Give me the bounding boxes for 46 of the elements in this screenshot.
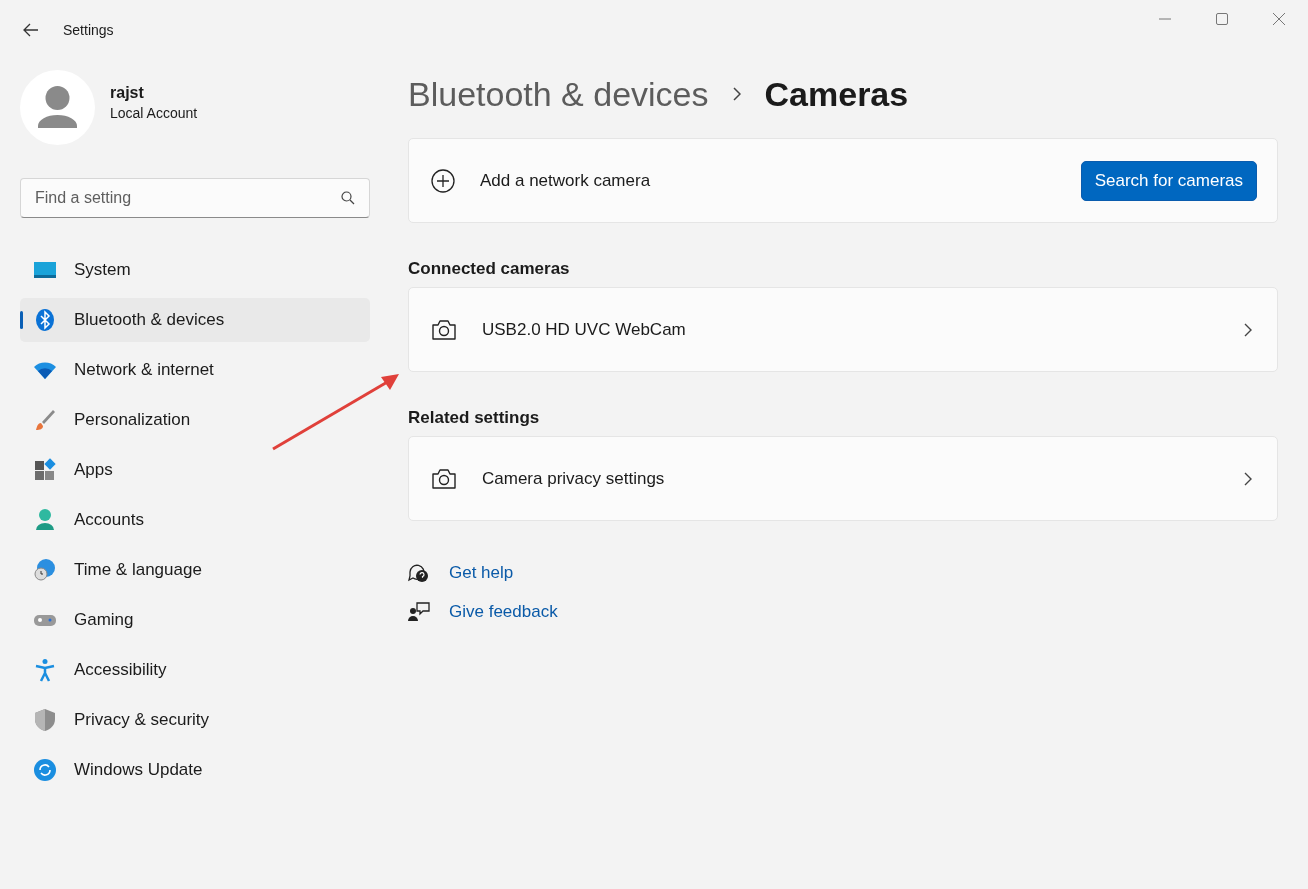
- accounts-icon: [33, 508, 57, 532]
- nav-item[interactable]: Apps: [20, 448, 370, 492]
- account-type: Local Account: [110, 105, 198, 121]
- camera-icon: [431, 318, 457, 341]
- time-icon: [33, 558, 57, 582]
- feedback-person-icon: [408, 602, 430, 622]
- search-cameras-button[interactable]: Search for cameras: [1080, 160, 1257, 201]
- nav-item[interactable]: Accounts: [20, 498, 370, 542]
- search-icon: [341, 191, 355, 205]
- page-title: Cameras: [764, 74, 909, 114]
- window-title: Settings: [63, 22, 114, 38]
- camera-setting-row[interactable]: USB2.0 HD UVC WebCam: [408, 287, 1278, 372]
- accessibility-icon: [33, 658, 57, 682]
- chevron-right-icon: [1244, 471, 1252, 486]
- help-link[interactable]: Get help: [449, 563, 514, 583]
- chevron-right-icon: [1244, 322, 1252, 337]
- nav-item[interactable]: Personalization: [20, 398, 370, 442]
- apps-icon: [33, 458, 57, 482]
- chevron-right-icon: [732, 87, 741, 101]
- nav-item[interactable]: Bluetooth & devices: [20, 298, 370, 342]
- account-name: rajst: [110, 84, 145, 102]
- close-icon[interactable]: [1273, 13, 1285, 25]
- nav-item[interactable]: Accessibility: [20, 648, 370, 692]
- camera-icon: [431, 467, 457, 490]
- plus-circle-icon: [431, 168, 455, 193]
- nav-item[interactable]: Network & internet: [20, 348, 370, 392]
- section-heading: Related settings: [408, 408, 541, 428]
- privacy-icon: [33, 708, 57, 732]
- nav-item[interactable]: Windows Update: [20, 748, 370, 792]
- nav-item[interactable]: Privacy & security: [20, 698, 370, 742]
- help-chat-icon: [408, 563, 430, 583]
- bluetooth-icon: [33, 308, 57, 332]
- brush-icon: [33, 408, 57, 432]
- breadcrumb-parent[interactable]: Bluetooth & devices: [408, 74, 709, 114]
- add-camera-label: Add a network camera: [480, 170, 651, 191]
- feedback-link[interactable]: Give feedback: [449, 602, 558, 622]
- update-icon: [33, 758, 57, 782]
- nav-item[interactable]: Gaming: [20, 598, 370, 642]
- back-icon[interactable]: [23, 23, 39, 37]
- nav-item[interactable]: Time & language: [20, 548, 370, 592]
- maximize-icon[interactable]: [1216, 13, 1228, 25]
- camera-setting-row[interactable]: Camera privacy settings: [408, 436, 1278, 521]
- search-field[interactable]: Find a setting: [20, 178, 370, 218]
- nav-item[interactable]: System: [20, 248, 370, 292]
- section-heading: Connected cameras: [408, 259, 571, 279]
- avatar-icon: [20, 70, 95, 145]
